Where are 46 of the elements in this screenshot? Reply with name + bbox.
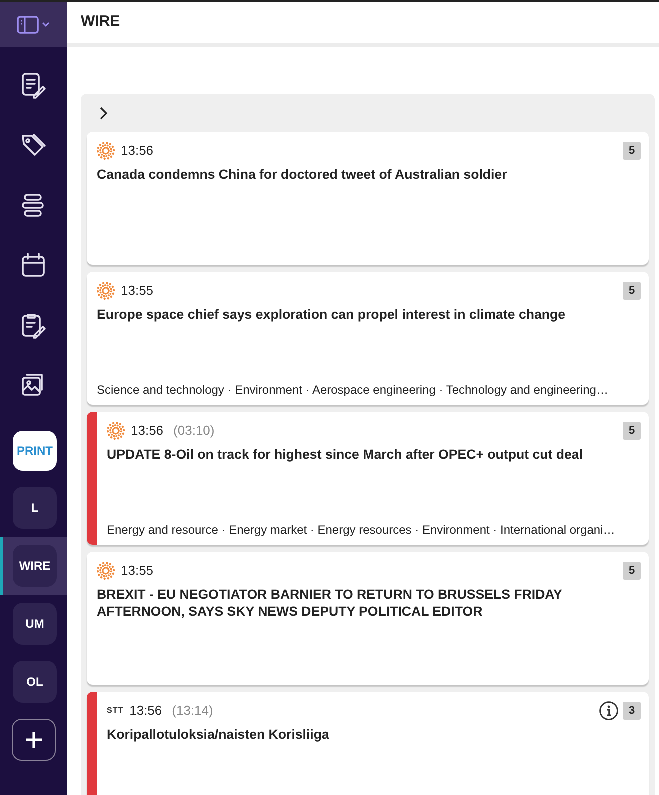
calendar-icon[interactable] — [20, 252, 47, 278]
subject-tags: Energy and resource · Energy market · Energy resources · Environment · International organi… — [107, 521, 641, 539]
list-icon[interactable] — [20, 192, 47, 218]
subject-tags: Science and technology · Environment · Aerospace engineering · Technology and engineering… — [97, 381, 641, 399]
panel-toggle-icon[interactable] — [17, 16, 39, 34]
news-card[interactable]: 13:56 (03:10) 5 UPDATE 8-Oil on track for highest since March after OPEC+ output cut deal Energy and resource · Energy market · Energy resources · Environment · International organi… — [87, 412, 649, 545]
item-time: 13:55 — [121, 282, 154, 300]
source-logo-icon — [97, 142, 115, 160]
item-time: 13:55 — [121, 562, 154, 580]
add-button[interactable] — [12, 719, 56, 761]
desk-button[interactable]: OL — [13, 661, 57, 703]
desk-button[interactable]: WIRE — [13, 545, 57, 587]
desk-button[interactable]: PRINT — [13, 431, 57, 471]
priority-badge: 5 — [623, 562, 641, 580]
original-time: (13:14) — [172, 702, 214, 720]
headline: Europe space chief says exploration can propel interest in climate change — [97, 306, 567, 323]
caret-icon[interactable] — [42, 22, 50, 28]
item-time: 13:56 — [131, 422, 164, 440]
headline: BREXIT - EU NEGOTIATOR BARNIER TO RETURN TO BRUSSELS FRIDAY AFTERNOON, SAYS SKY NEWS DEPUTY POLITICAL EDITOR — [97, 586, 564, 620]
news-card[interactable]: STT 13:56 (13:14) 3 Koripallotuloksia/naisten Korisliiga — [87, 692, 649, 795]
item-time: 13:56 — [121, 142, 154, 160]
headline: Koripallotuloksia/naisten Korisliiga — [107, 726, 330, 744]
source-logo-icon — [97, 562, 115, 580]
tags-icon[interactable] — [20, 132, 47, 158]
plus-icon[interactable] — [24, 731, 42, 749]
info-icon[interactable] — [599, 701, 619, 721]
headline: UPDATE 8-Oil on track for highest since March after OPEC+ output cut deal — [107, 446, 584, 463]
headline: Canada condemns China for doctored tweet of Australian soldier — [97, 166, 508, 183]
priority-badge: 3 — [623, 702, 641, 720]
desk-button[interactable]: UM — [13, 603, 57, 645]
priority-badge: 5 — [623, 422, 641, 440]
news-card[interactable]: 13:56 5 Canada condemns China for doctored tweet of Australian soldier — [87, 132, 649, 265]
source-logo-icon — [107, 422, 125, 440]
priority-badge: 5 — [623, 282, 641, 300]
news-card[interactable]: 13:55 5 BREXIT - EU NEGOTIATOR BARNIER TO RETURN TO BRUSSELS FRIDAY AFTERNOON, SAYS SKY NEWS DEPUTY POLITICAL EDITOR — [87, 552, 649, 685]
desk-button[interactable]: L — [13, 487, 57, 529]
document-edit-icon[interactable] — [20, 72, 47, 98]
source-logo: STT — [107, 705, 124, 717]
item-time: 13:56 — [130, 702, 162, 720]
source-logo-icon — [97, 282, 115, 300]
chevron-right-icon[interactable] — [99, 106, 108, 120]
news-card[interactable]: 13:55 5 Europe space chief says exploration can propel interest in climate change Science and technology · Environment · Aerospace engineering · Technology and engineering… — [87, 272, 649, 405]
clipboard-edit-icon[interactable] — [20, 312, 47, 338]
priority-badge: 5 — [623, 142, 641, 160]
page-title: WIRE — [81, 12, 120, 32]
original-time: (03:10) — [174, 422, 215, 440]
